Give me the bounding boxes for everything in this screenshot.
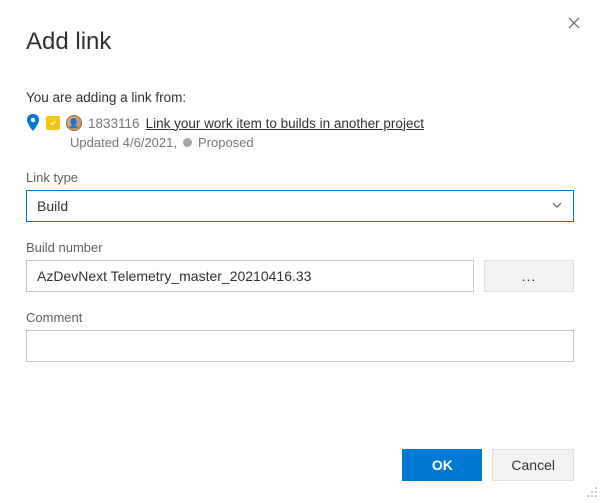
pin-icon [26,115,40,131]
work-item-id: 1833116 [88,116,140,131]
work-item-meta: Updated 4/6/2021, Proposed [70,135,574,150]
chevron-down-icon [551,198,563,214]
intro-text: You are adding a link from: [26,90,574,105]
cancel-button[interactable]: Cancel [492,449,574,481]
build-number-input[interactable] [26,260,474,292]
resize-grip-icon[interactable] [584,484,598,501]
state-dot-icon [183,138,192,147]
dialog-title: Add link [26,28,574,56]
comment-label: Comment [26,310,574,325]
build-number-field: Build number ... [26,240,574,292]
build-number-label: Build number [26,240,574,255]
comment-input[interactable] [26,330,574,362]
work-item-row: 👤 1833116 Link your work item to builds … [26,115,574,131]
link-type-label: Link type [26,170,574,185]
avatar-icon: 👤 [66,115,82,131]
dialog-footer: OK Cancel [402,449,574,481]
browse-button[interactable]: ... [484,260,574,292]
ok-button[interactable]: OK [402,449,482,481]
state-text: Proposed [198,135,254,150]
link-type-select[interactable]: Build [26,190,574,222]
link-type-field: Link type Build [26,170,574,222]
updated-text: Updated 4/6/2021, [70,135,177,150]
close-icon [568,16,580,32]
comment-field: Comment [26,310,574,362]
link-type-value: Build [37,198,68,214]
work-item-link[interactable]: Link your work item to builds in another… [146,116,424,131]
shield-badge-icon [46,116,60,130]
close-button[interactable] [562,12,586,36]
